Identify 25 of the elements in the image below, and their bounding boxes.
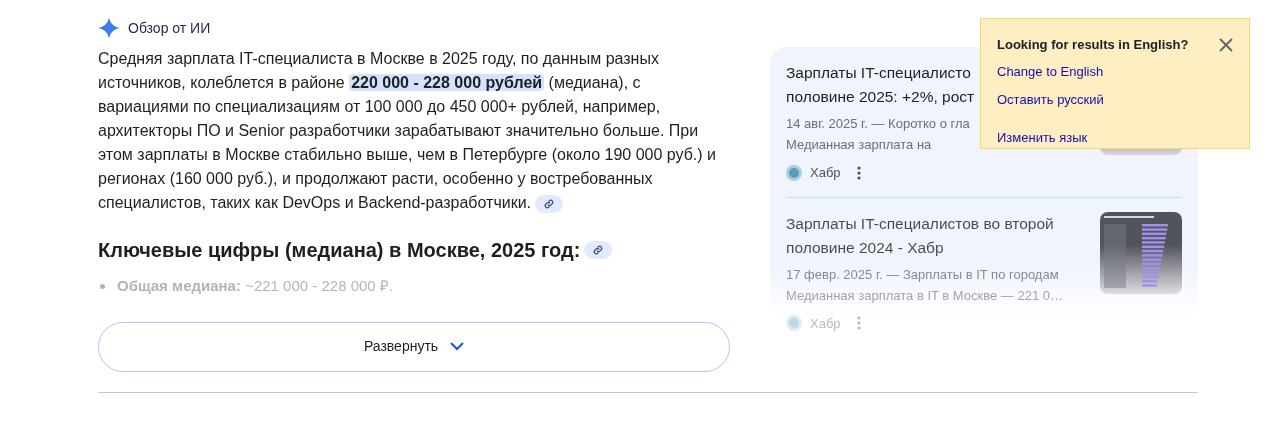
chevron-down-icon: [450, 342, 465, 351]
language-link[interactable]: Оставить русский: [997, 91, 1104, 107]
language-link[interactable]: Change to English: [997, 63, 1104, 79]
source-snippet: 17 февр. 2025 г. — Зарплаты в IT по городам Медианная зарплата в IT в Москве — 221 0…: [786, 265, 1063, 305]
link-icon: [544, 198, 555, 209]
link-icon: [593, 245, 604, 255]
close-icon: [1219, 37, 1233, 52]
source-snippet: 14 авг. 2025 г. — Коротко о гла Медианная зарплата на: [786, 115, 970, 154]
link-chip[interactable]: [535, 194, 564, 213]
close-button[interactable]: [1219, 37, 1233, 52]
summary-paragraph: Средняя зарплата IT-специалиста в Москве в 2025 году, по данным разных источников, колеблется в районе 220 000 - 228 000 рублей (медиана), с вариациями по специализациям от 100 000 до 450 000+ рублей, например, архитекторы ПО и Senior разработчики зарабатывают значительно больше. При этом зарплаты в Москве стабильно выше, чем в Петербурге (около 190 000 руб.) и регионах (160 000 руб.), и продолжают расти, особенно у востребованных специалистов, таких как DevOps и Backend-разработчики.: [98, 49, 717, 215]
bullet-text: Общая медиана: ~221 000 - 228 000 ₽.: [117, 276, 393, 296]
sparkle-icon: [98, 17, 120, 39]
popup-question: Looking for results in English?: [997, 36, 1189, 54]
language-link[interactable]: Изменить язык: [997, 129, 1088, 145]
overview-title: Обзор от ИИ: [128, 18, 211, 38]
section-heading: Ключевые цифры (медиана) в Москве, 2025 год:: [98, 238, 581, 263]
source-title[interactable]: Зарплаты IT-специалистов во второй половине 2024 - Хабр: [786, 211, 1054, 260]
link-chip[interactable]: [584, 241, 613, 259]
site-logo-icon: [786, 164, 802, 181]
site-logo-icon: [786, 315, 802, 332]
source-title[interactable]: Зарплаты IT-специалисто половине 2025: +2%, рост: [786, 61, 975, 109]
expand-button[interactable]: Развернуть: [98, 321, 730, 372]
site-name[interactable]: Хабр: [810, 163, 841, 183]
more-icon[interactable]: [856, 165, 861, 180]
